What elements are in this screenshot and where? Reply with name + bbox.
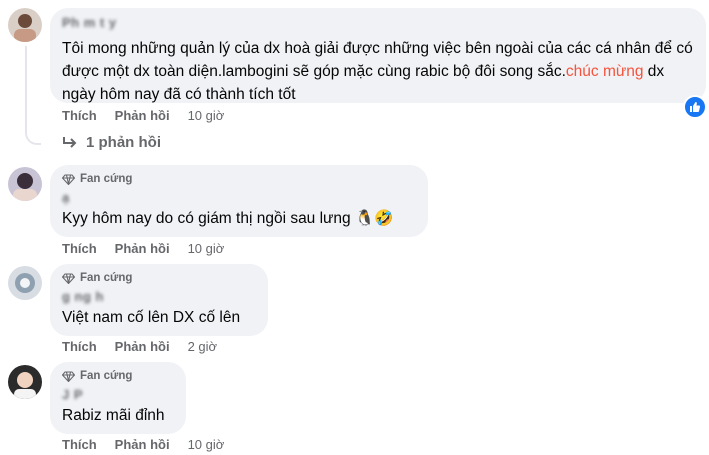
reply-button[interactable]: Phản hồi bbox=[115, 108, 170, 123]
comment-actions: Thích Phản hồi 2 giờ bbox=[62, 339, 235, 354]
thread-line bbox=[25, 46, 41, 145]
thumbs-up-icon bbox=[690, 102, 701, 112]
comment-author[interactable]: Ph m t y bbox=[62, 15, 117, 30]
reply-button[interactable]: Phản hồi bbox=[115, 437, 170, 452]
fan-badge: Fan cứng bbox=[62, 272, 132, 284]
timestamp[interactable]: 10 giờ bbox=[188, 108, 225, 123]
replies-count: 1 phản hồi bbox=[86, 134, 161, 151]
timestamp[interactable]: 2 giờ bbox=[188, 339, 218, 354]
badge-label: Fan cứng bbox=[80, 173, 133, 185]
timestamp[interactable]: 10 giờ bbox=[188, 437, 225, 452]
avatar[interactable] bbox=[8, 266, 42, 300]
like-reaction-icon[interactable] bbox=[683, 95, 707, 119]
badge-label: Fan cứng bbox=[80, 370, 133, 382]
reply-button[interactable]: Phản hồi bbox=[115, 339, 170, 354]
timestamp[interactable]: 10 giờ bbox=[188, 241, 225, 256]
diamond-icon bbox=[62, 173, 75, 185]
avatar-image bbox=[8, 365, 42, 399]
comment-author[interactable]: g ng h bbox=[62, 289, 104, 304]
comment-text: Tôi mong những quản lý của dx hoà giải đ… bbox=[62, 37, 702, 106]
hashtag-text[interactable]: chúc mừng bbox=[566, 63, 644, 80]
comment-text: Kyy hôm nay do có giám thị ngồi sau lưng… bbox=[62, 210, 394, 227]
comment-author[interactable]: ạ bbox=[62, 190, 70, 205]
fan-badge: Fan cứng bbox=[62, 370, 132, 382]
comment-bubble: Fan cứng ạ Kyy hôm nay do có giám thị ng… bbox=[50, 165, 428, 237]
comment-actions: Thích Phản hồi 10 giờ bbox=[62, 241, 242, 256]
avatar-image bbox=[8, 266, 42, 300]
like-button[interactable]: Thích bbox=[62, 437, 97, 452]
comment-bubble: Fan cứng J P Rabiz mãi đỉnh bbox=[50, 362, 186, 434]
avatar[interactable] bbox=[8, 8, 42, 42]
fan-badge: Fan cứng bbox=[62, 173, 132, 185]
avatar-image bbox=[8, 167, 42, 201]
comment-bubble: Fan cứng g ng h Việt nam cố lên DX cố lê… bbox=[50, 264, 268, 336]
comment-bubble: Ph m t y Tôi mong những quản lý của dx h… bbox=[50, 8, 706, 103]
comment-actions: Thích Phản hồi 10 giờ bbox=[62, 108, 242, 123]
view-replies-link[interactable]: 1 phản hồi bbox=[62, 134, 161, 151]
reply-arrow-icon bbox=[63, 136, 77, 148]
badge-label: Fan cứng bbox=[80, 272, 133, 284]
avatar-image bbox=[8, 8, 42, 42]
diamond-icon bbox=[62, 272, 75, 284]
avatar[interactable] bbox=[8, 167, 42, 201]
comment-author[interactable]: J P bbox=[62, 387, 83, 402]
reply-button[interactable]: Phản hồi bbox=[115, 241, 170, 256]
avatar[interactable] bbox=[8, 365, 42, 399]
diamond-icon bbox=[62, 370, 75, 382]
comment-text: Rabiz mãi đỉnh bbox=[62, 407, 165, 424]
like-button[interactable]: Thích bbox=[62, 339, 97, 354]
like-button[interactable]: Thích bbox=[62, 108, 97, 123]
like-button[interactable]: Thích bbox=[62, 241, 97, 256]
comment-text: Việt nam cố lên DX cố lên bbox=[62, 309, 241, 326]
comment-actions: Thích Phản hồi 10 giờ bbox=[62, 437, 242, 452]
